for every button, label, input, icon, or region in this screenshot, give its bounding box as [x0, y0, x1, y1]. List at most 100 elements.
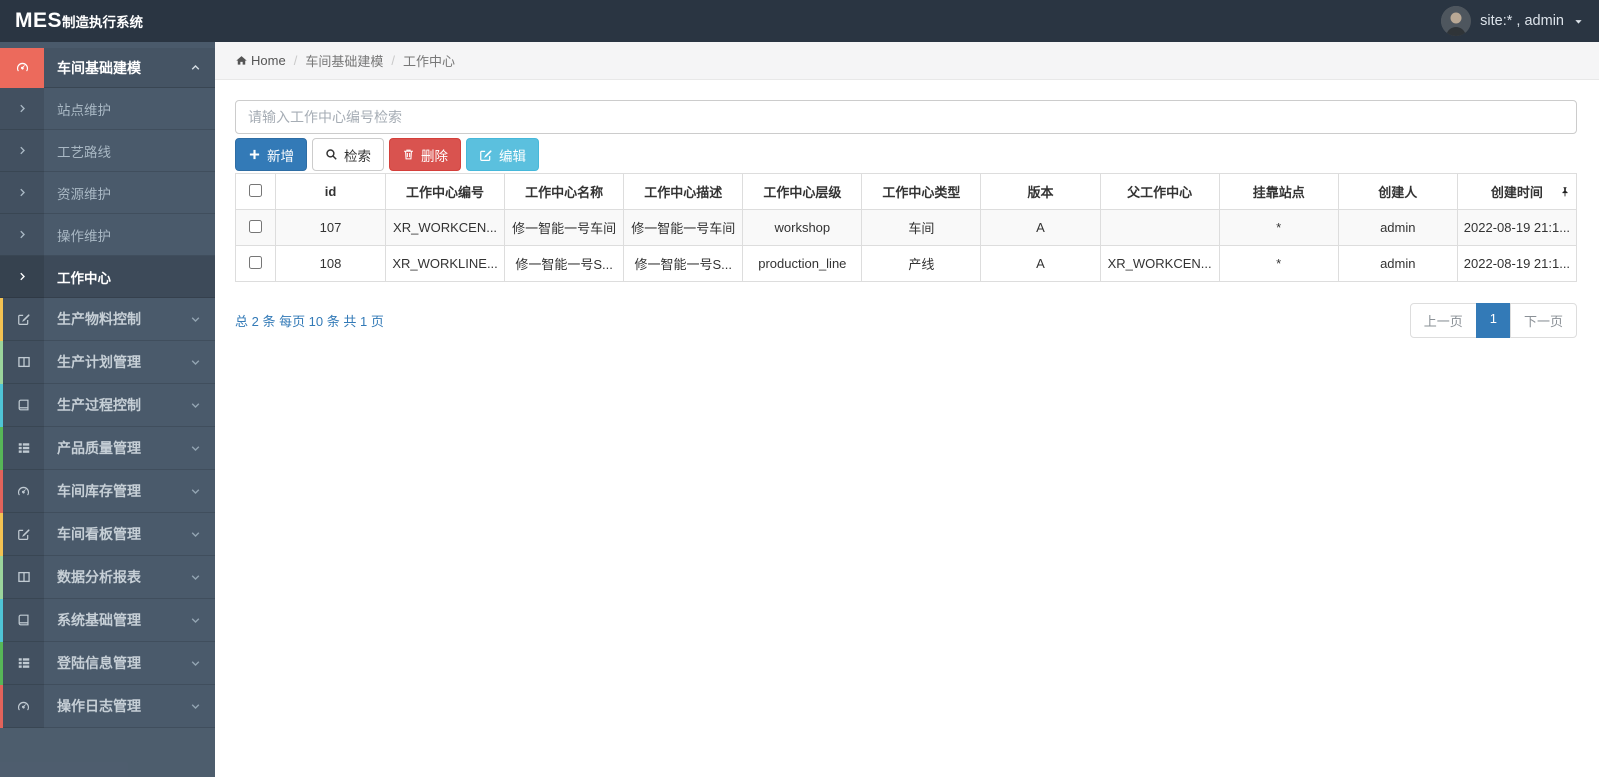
sidebar-filler: [0, 728, 215, 777]
table-cell: 产线: [861, 245, 982, 282]
sidebar-subitem[interactable]: 工艺路线: [0, 129, 215, 172]
table-cell: [1099, 209, 1220, 246]
column-header[interactable]: 挂靠站点: [1218, 173, 1339, 210]
edit-icon: [17, 527, 31, 541]
table-cell: 修一智能一号车间: [504, 209, 625, 246]
sidebar-submenu: 站点维护工艺路线资源维护操作维护 工作中心: [0, 87, 215, 298]
avatar-image: [1441, 6, 1472, 36]
chevron-right-icon: [17, 271, 28, 282]
tachometer-icon: [0, 47, 44, 88]
sidebar-subitem[interactable]: 工作中心: [0, 255, 215, 298]
sidebar-group[interactable]: 操作日志管理: [0, 684, 215, 728]
next-page-button[interactable]: 下一页: [1509, 303, 1577, 338]
sidebar-group-label: 产品质量管理: [57, 440, 141, 456]
sidebar-group[interactable]: 生产计划管理: [0, 340, 215, 384]
table-cell: 107: [275, 209, 386, 246]
book-icon: [17, 398, 31, 412]
sidebar-subitem[interactable]: 操作维护: [0, 213, 215, 256]
sidebar-group[interactable]: 数据分析报表: [0, 555, 215, 599]
prev-page-button[interactable]: 上一页: [1409, 303, 1477, 338]
book-icon: [17, 613, 31, 627]
user-menu[interactable]: site:* , admin: [1441, 6, 1584, 36]
avatar[interactable]: [1441, 6, 1472, 36]
sidebar-subitem-label: 资源维护: [57, 186, 111, 202]
sidebar-group[interactable]: 系统基础管理: [0, 598, 215, 642]
sidebar-group-workshop-modeling[interactable]: 车间基础建模: [0, 47, 215, 88]
table-cell: admin: [1337, 245, 1458, 282]
sidebar-group[interactable]: 产品质量管理: [0, 426, 215, 470]
table-cell: 2022-08-19 21:1...: [1456, 245, 1578, 282]
chevron-right-icon: [17, 187, 28, 198]
column-header[interactable]: 工作中心层级: [742, 173, 863, 210]
column-header[interactable]: 创建时间: [1456, 173, 1578, 210]
sidebar-group[interactable]: 登陆信息管理: [0, 641, 215, 685]
sidebar-group[interactable]: 生产物料控制: [0, 297, 215, 341]
edit-icon: [479, 148, 493, 162]
tachometer-icon: [16, 699, 31, 714]
group-gutter: [3, 641, 44, 685]
row-checkbox[interactable]: [249, 219, 262, 233]
pin-icon[interactable]: [1559, 186, 1571, 198]
sidebar-subitem[interactable]: 站点维护: [0, 87, 215, 130]
sidebar-group-label: 车间基础建模: [57, 59, 141, 76]
group-gutter: [3, 598, 44, 642]
delete-button[interactable]: 删除: [389, 138, 461, 171]
chevron-down-icon: [190, 314, 201, 325]
table-cell: 108: [275, 245, 386, 282]
chevron-down-icon: [190, 443, 201, 454]
breadcrumb-item-current: 工作中心: [402, 54, 455, 69]
chevron-down-icon: [190, 529, 201, 540]
column-header[interactable]: 父工作中心: [1099, 173, 1220, 210]
breadcrumb-separator: /: [293, 53, 298, 68]
table-cell: 修一智能一号S...: [623, 245, 744, 282]
search-input[interactable]: [235, 100, 1577, 134]
table-cell: *: [1218, 245, 1339, 282]
column-header[interactable]: 创建人: [1337, 173, 1458, 210]
select-all-checkbox[interactable]: [249, 183, 262, 197]
columns-icon: [17, 570, 31, 584]
breadcrumb-item[interactable]: 车间基础建模: [305, 51, 383, 70]
group-gutter: [3, 512, 44, 556]
table-cell: *: [1218, 209, 1339, 246]
sidebar-group-label: 生产物料控制: [57, 311, 141, 327]
breadcrumb-home[interactable]: Home: [235, 53, 286, 68]
top-navbar: MES 制造执行系统 site:* , admin: [0, 0, 1599, 42]
chevron-up-icon: [190, 62, 201, 73]
search-button-label: 检索: [344, 148, 371, 164]
user-label: site:* , admin: [1480, 13, 1564, 29]
table-cell: 车间: [861, 209, 982, 246]
table-cell: 修一智能一号S...: [504, 245, 625, 282]
page-number-button[interactable]: 1: [1475, 303, 1511, 338]
app-logo-text: MES: [15, 9, 63, 32]
search-icon: [325, 148, 338, 161]
sidebar-group[interactable]: 生产过程控制: [0, 383, 215, 427]
table-row[interactable]: 107 XR_WORKCEN... 修一智能一号车间 修一智能一号车间 workshop…: [235, 209, 1578, 246]
sidebar-group-label: 操作日志管理: [57, 698, 141, 714]
sidebar-group[interactable]: 车间库存管理: [0, 469, 215, 513]
edit-button[interactable]: 编辑: [466, 138, 539, 171]
search-button[interactable]: 检索: [312, 138, 384, 171]
sidebar-group[interactable]: 车间看板管理: [0, 512, 215, 556]
add-button[interactable]: 新增: [235, 138, 307, 171]
row-checkbox[interactable]: [249, 255, 262, 269]
table-footer: 总 2 条 每页 10 条 共 1 页 上一页 1 下一页: [235, 303, 1577, 338]
sidebar-group-label: 系统基础管理: [57, 612, 141, 628]
sidebar-subitem[interactable]: 资源维护: [0, 171, 215, 214]
column-header[interactable]: 版本: [980, 173, 1101, 210]
column-header[interactable]: 工作中心描述: [623, 173, 744, 210]
table-row[interactable]: 108 XR_WORKLINE... 修一智能一号S... 修一智能一号S... pro…: [235, 245, 1578, 282]
column-header[interactable]: 工作中心名称: [504, 173, 625, 210]
column-header[interactable]: 工作中心类型: [861, 173, 982, 210]
table-cell: XR_WORKLINE...: [384, 245, 506, 282]
chevron-right-icon: [17, 145, 28, 156]
sidebar-subitem-label: 工艺路线: [57, 144, 111, 160]
sidebar-group-label: 登陆信息管理: [57, 655, 141, 671]
table-header-row: id 工作中心编号 工作中心名称 工作中心描述 工作中心层级 工作中心类型 版本 父工作中心挂…: [235, 173, 1578, 210]
submenu-gutter: [0, 171, 44, 214]
column-header[interactable]: id: [275, 173, 386, 210]
column-header[interactable]: 工作中心编号: [384, 173, 506, 210]
th-list-icon: [17, 441, 31, 455]
group-gutter: [3, 555, 44, 599]
main-area: Home / 车间基础建模 / 工作中心 新增 检索 删除: [215, 42, 1599, 777]
sidebar-group-label: 车间看板管理: [57, 526, 141, 542]
